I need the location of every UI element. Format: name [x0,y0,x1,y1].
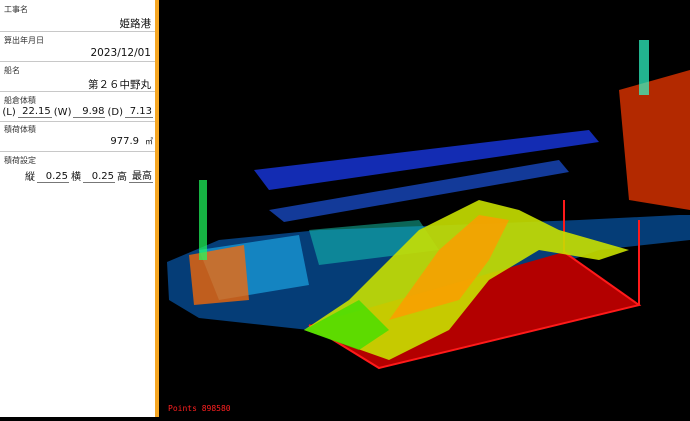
stern-structure [189,245,249,305]
mast [639,40,649,95]
load-setting-label: 積荷設定 [4,156,36,165]
ship-name-label: 船名 [4,66,20,75]
height-label: 高 [117,172,127,183]
points-count-label: Points 898580 [168,404,231,413]
vertical-value[interactable]: 0.25 [37,171,69,183]
hold-volume-label: 船倉体積 [4,96,36,105]
hold-width-label: (W) [53,107,72,118]
hold-dimensions-row: (L) 22.15 (W) 9.98 (D) 7.13 [0,106,153,118]
point-cloud-viewer[interactable] [159,0,690,417]
hold-depth-value: 7.13 [125,106,153,118]
hold-length-value: 22.15 [17,106,52,118]
load-setting-row: 縦 0.25 横 0.25 高 最高 [23,167,153,183]
hold-length-label: (L) [2,107,16,118]
horizontal-value[interactable]: 0.25 [83,171,115,183]
load-volume-label: 積荷体積 [4,125,36,134]
project-name-value: 姫路港 [119,18,152,30]
hold-depth-label: (D) [107,107,123,118]
calc-date-value: 2023/12/01 [90,47,151,59]
horizontal-label: 横 [71,172,81,183]
project-name-label: 工事名 [4,5,28,14]
info-panel: 工事名 姫路港 算出年月日 2023/12/01 船名 第２６中野丸 船倉体積 … [0,0,155,417]
load-volume-value: 977.9 [110,136,139,147]
vertical-label: 縦 [25,172,35,183]
divider [0,151,155,152]
divider [0,121,155,122]
load-volume-unit: ㎥ [145,137,153,146]
point-cloud-canvas[interactable] [159,0,690,417]
bridge-superstructure [619,70,690,210]
divider [0,91,155,92]
max-height-option[interactable]: 最高 [129,167,153,183]
stern-mast [199,180,207,260]
hold-width-value: 9.98 [73,106,106,118]
divider [0,61,155,62]
divider [0,31,155,32]
load-volume-row: 977.9 ㎥ [110,136,153,147]
calc-date-label: 算出年月日 [4,36,44,45]
ship-name-value: 第２６中野丸 [88,79,151,91]
crane-boom [254,130,599,190]
